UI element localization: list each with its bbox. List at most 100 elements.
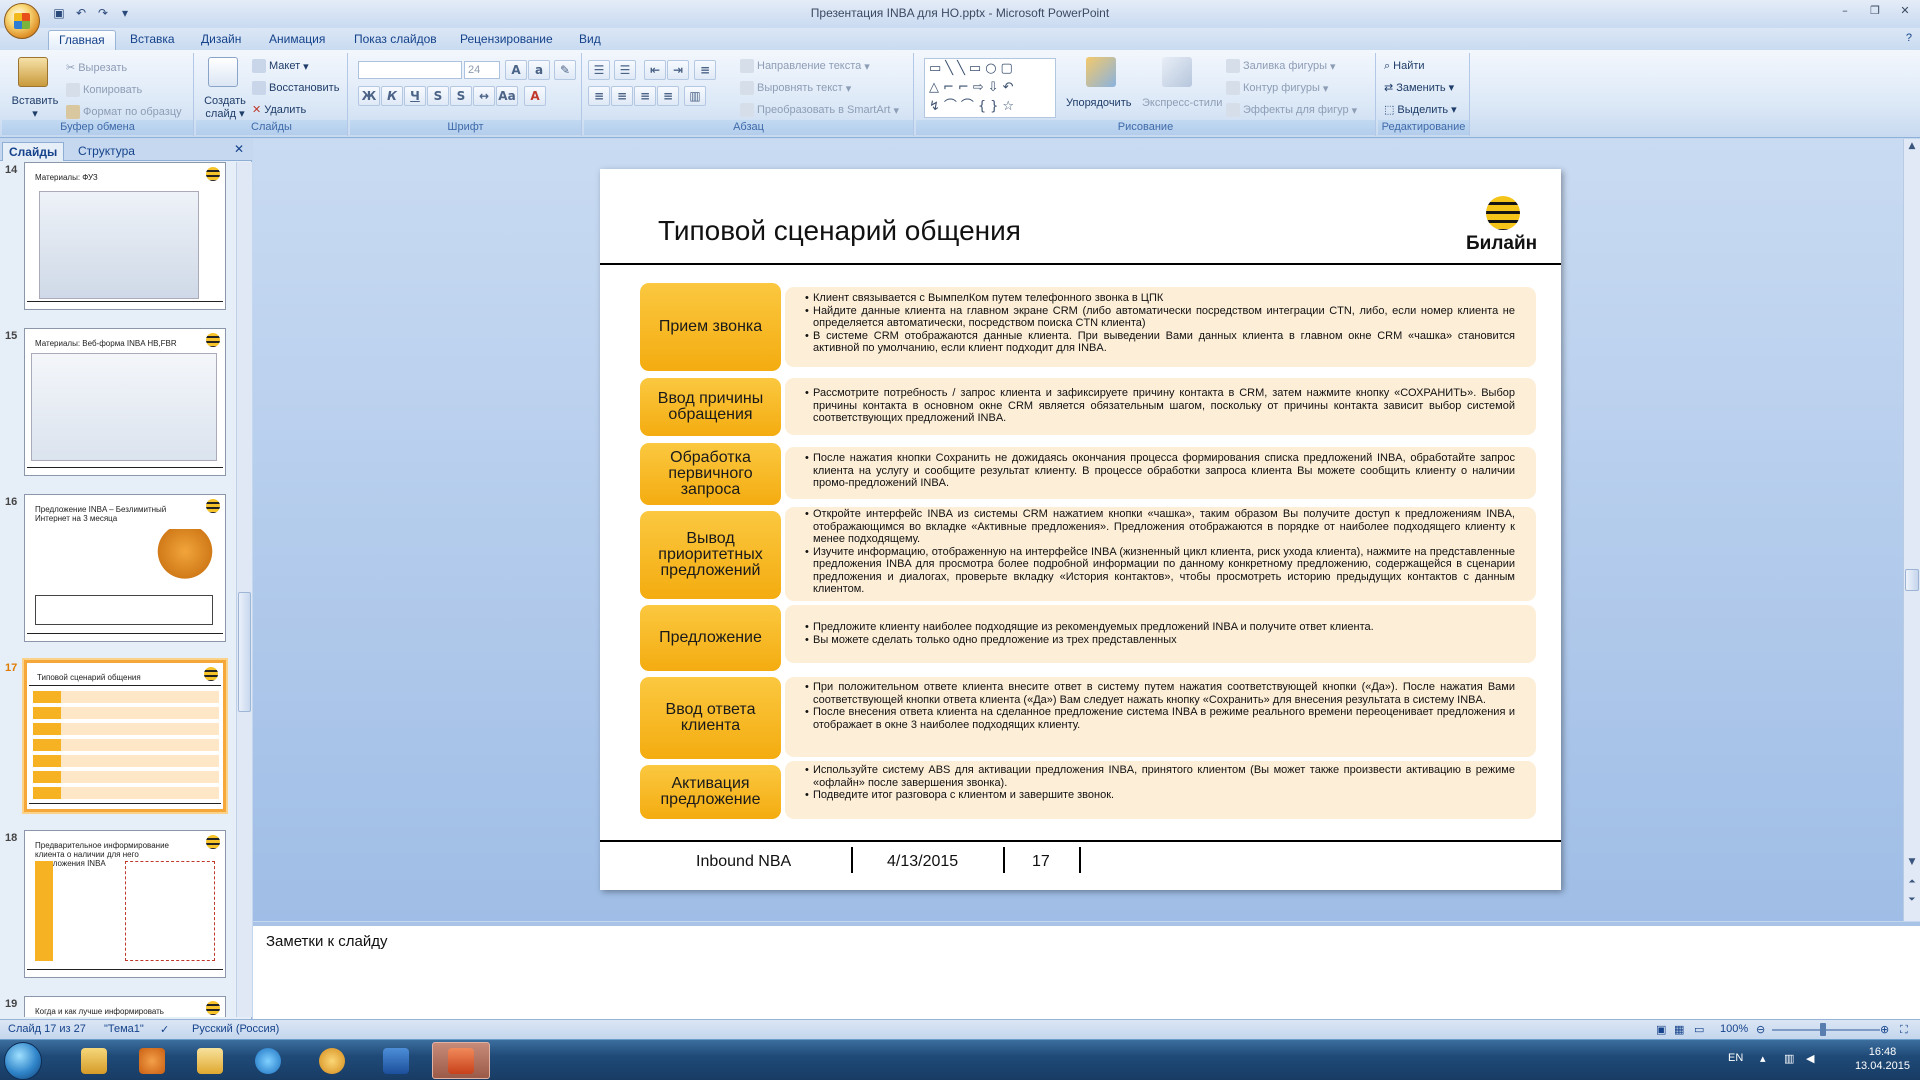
network-icon[interactable]: ▥ [1784, 1052, 1794, 1065]
scroll-down-icon[interactable]: ▼ [1904, 857, 1920, 867]
step-label[interactable]: Ввод ответа клиента [640, 677, 781, 759]
step-text[interactable]: Клиент связывается с ВымпелКом путем тел… [805, 292, 1515, 355]
italic-icon[interactable]: К [381, 86, 403, 106]
language-indicator[interactable]: Русский (Россия) [192, 1023, 279, 1035]
tab-slideshow[interactable]: Показ слайдов [344, 30, 447, 50]
clear-format-icon[interactable]: ✎ [554, 60, 576, 80]
canvas-scroll-thumb[interactable] [1905, 569, 1919, 591]
align-right-icon[interactable]: ≡ [634, 86, 656, 106]
format-painter-button[interactable]: Формат по образцу [66, 105, 182, 119]
canvas-scrollbar[interactable]: ▲ ▼ ⏶ ⏷ [1903, 139, 1920, 921]
smartart-button[interactable]: Преобразовать в SmartArt ▾ [740, 103, 899, 117]
spacing-icon[interactable]: ↔ [473, 86, 495, 106]
increase-indent-icon[interactable]: ⇥ [667, 60, 689, 80]
tray-expand-icon[interactable]: ▴ [1760, 1052, 1766, 1065]
find-button[interactable]: ⌕ Найти [1384, 59, 1425, 73]
tab-insert[interactable]: Вставка [120, 30, 185, 50]
close-pane-icon[interactable]: ✕ [234, 142, 244, 156]
step-label[interactable]: Ввод причины обращения [640, 378, 781, 436]
slides-pane-scrollbar[interactable] [236, 162, 252, 1017]
shapes-gallery[interactable]: ▭╲╲▭○▢ △⌐⌐⇨⇩↶ ↯⌒⌒{}☆ [924, 58, 1056, 118]
close-icon[interactable]: ✕ [1890, 0, 1920, 22]
reset-button[interactable]: Восстановить [252, 81, 339, 95]
step-label[interactable]: Обработка первичного запроса [640, 443, 781, 505]
align-text-button[interactable]: Выровнять текст ▾ [740, 81, 851, 95]
step-label[interactable]: Предложение [640, 605, 781, 671]
strikethrough-icon[interactable]: S [427, 86, 449, 106]
prev-slide-icon[interactable]: ⏶ [1904, 877, 1920, 887]
spellcheck-icon[interactable]: ✓ [160, 1023, 169, 1036]
shadow-icon[interactable]: S [450, 86, 472, 106]
line-spacing-icon[interactable]: ≡ [694, 60, 716, 80]
tab-slides[interactable]: Слайды [2, 142, 65, 161]
clock[interactable]: 16:48 13.04.2015 [1855, 1045, 1910, 1073]
zoom-out-icon[interactable]: ⊖ [1756, 1023, 1765, 1036]
step-label[interactable]: Вывод приоритетных предложений [640, 511, 781, 599]
zoom-slider[interactable] [1772, 1029, 1880, 1031]
paste-button[interactable]: Вставить ▾ [10, 95, 60, 120]
zoom-slider-thumb[interactable] [1820, 1023, 1826, 1036]
notes-pane[interactable]: Заметки к слайду [253, 922, 1920, 1019]
taskbar-media[interactable] [124, 1042, 180, 1079]
text-direction-button[interactable]: Направление текста ▾ [740, 59, 870, 73]
zoom-level[interactable]: 100% [1720, 1023, 1748, 1035]
normal-view-icon[interactable]: ▣ [1656, 1023, 1666, 1036]
shrink-font-icon[interactable]: a [528, 60, 550, 80]
slide-thumbnail-19[interactable]: Когда и как лучше информировать клиента … [24, 996, 226, 1017]
step-label[interactable]: Прием звонка [640, 283, 781, 371]
step-text[interactable]: Предложите клиенту наиболее подходящие и… [805, 621, 1515, 646]
replace-button[interactable]: ⇄ Заменить ▾ [1384, 81, 1454, 94]
slide-thumbnail-18[interactable]: Предварительное информирование клиента о… [24, 830, 226, 978]
slide-thumbnail-17[interactable]: Типовой сценарий общения [24, 660, 226, 812]
new-slide-button[interactable]: Создать слайд ▾ [202, 95, 248, 120]
tab-outline[interactable]: Структура [72, 142, 141, 161]
align-center-icon[interactable]: ≡ [611, 86, 633, 106]
slide-title[interactable]: Типовой сценарий общения [658, 215, 1021, 247]
volume-icon[interactable]: ◀ [1806, 1052, 1814, 1065]
step-text[interactable]: При положительном ответе клиента внесите… [805, 681, 1515, 731]
tab-view[interactable]: Вид [569, 30, 611, 50]
tab-animation[interactable]: Анимация [259, 30, 335, 50]
taskbar-explorer[interactable] [66, 1042, 122, 1079]
bold-icon[interactable]: Ж [358, 86, 380, 106]
zoom-in-icon[interactable]: ⊕ [1880, 1023, 1889, 1036]
font-name-field[interactable] [358, 61, 462, 79]
step-text[interactable]: Рассмотрите потребность / запрос клиента… [805, 387, 1515, 425]
taskbar-word[interactable] [368, 1042, 424, 1079]
step-text[interactable]: Используйте систему ABS для активации пр… [805, 764, 1515, 802]
input-language[interactable]: EN [1728, 1052, 1743, 1064]
slide-thumbnail-14[interactable]: Материалы: ФУЗ [24, 162, 226, 310]
slide-thumbnail-15[interactable]: Материалы: Веб-форма INBA HB,FBR [24, 328, 226, 476]
taskbar-app[interactable] [304, 1042, 360, 1079]
start-button[interactable] [4, 1042, 42, 1080]
footer-date[interactable]: 4/13/2015 [887, 853, 958, 871]
slide-sorter-icon[interactable]: ▦ [1674, 1023, 1684, 1036]
shape-effects-button[interactable]: Эффекты для фигур ▾ [1226, 103, 1357, 117]
quick-styles-button[interactable]: Экспресс-стили [1142, 97, 1222, 109]
minimize-icon[interactable]: – [1830, 0, 1860, 22]
bullets-icon[interactable]: ☰ [588, 60, 610, 80]
current-slide[interactable]: Типовой сценарий общения Билайн Прием зв… [600, 169, 1561, 890]
scroll-up-icon[interactable]: ▲ [1904, 141, 1920, 151]
taskbar-ie[interactable] [240, 1042, 296, 1079]
underline-icon[interactable]: Ч [404, 86, 426, 106]
step-label[interactable]: Активация предложение [640, 765, 781, 819]
restore-icon[interactable]: ❐ [1860, 0, 1890, 22]
tab-review[interactable]: Рецензирование [450, 30, 563, 50]
step-text[interactable]: Откройте интерфейс INBA из системы CRM н… [805, 508, 1515, 596]
fit-window-icon[interactable]: ⛶ [1900, 1023, 1908, 1037]
tab-design[interactable]: Дизайн [191, 30, 251, 50]
shape-fill-button[interactable]: Заливка фигуры ▾ [1226, 59, 1336, 73]
layout-button[interactable]: Макет ▾ [252, 59, 309, 73]
delete-slide-button[interactable]: ✕ Удалить [252, 103, 306, 116]
decrease-indent-icon[interactable]: ⇤ [644, 60, 666, 80]
align-left-icon[interactable]: ≡ [588, 86, 610, 106]
arrange-button[interactable]: Упорядочить [1066, 97, 1131, 109]
taskbar-powerpoint[interactable] [432, 1042, 490, 1079]
office-button[interactable] [4, 3, 40, 39]
font-size-field[interactable]: 24 [464, 61, 500, 79]
help-icon[interactable]: ? [1906, 32, 1912, 44]
case-icon[interactable]: Aa [496, 86, 518, 106]
cut-button[interactable]: ✂ Вырезать [66, 61, 127, 74]
copy-button[interactable]: Копировать [66, 83, 142, 97]
